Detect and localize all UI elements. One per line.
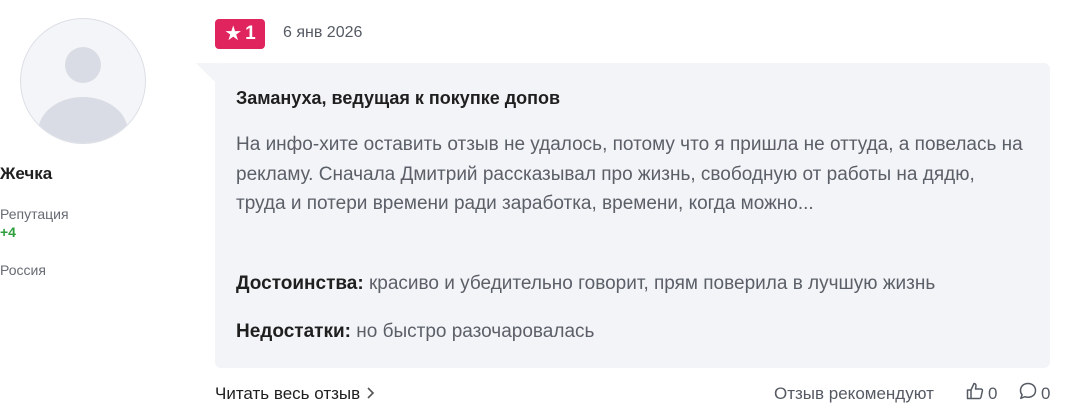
cons-label: Недостатки: bbox=[236, 321, 351, 342]
avatar[interactable] bbox=[20, 18, 146, 144]
chevron-right-icon bbox=[366, 386, 375, 402]
user-country: Россия bbox=[0, 262, 46, 278]
thumbs-up-icon bbox=[965, 381, 985, 406]
review-title[interactable]: Замануха, ведущая к покупке допов bbox=[236, 88, 560, 109]
avatar-head-shape bbox=[65, 47, 101, 83]
rating-value: 1 bbox=[245, 23, 256, 44]
review-pros: Достоинства: красиво и убедительно говор… bbox=[236, 273, 935, 295]
star-icon: ★ bbox=[224, 23, 243, 45]
pros-label: Достоинства: bbox=[236, 273, 364, 294]
likes-count: 0 bbox=[988, 383, 998, 403]
reputation-value: +4 bbox=[0, 224, 16, 240]
comments-count: 0 bbox=[1041, 383, 1051, 403]
review-text: На инфо-хите оставить отзыв не удалось, … bbox=[236, 134, 1023, 214]
read-more-label: Читать весь отзыв bbox=[215, 384, 361, 403]
avatar-body-shape bbox=[38, 97, 128, 143]
comment-icon bbox=[1018, 381, 1038, 406]
review-date: 6 янв 2026 bbox=[283, 24, 363, 41]
reputation-label: Репутация bbox=[0, 206, 69, 222]
pros-text: красиво и убедительно говорит, прям пове… bbox=[363, 273, 936, 294]
recommend-label: Отзыв рекомендуют bbox=[774, 384, 934, 403]
comments-button[interactable]: 0 bbox=[1018, 381, 1050, 406]
read-more-link[interactable]: Читать весь отзыв bbox=[215, 384, 375, 404]
user-name[interactable]: Жечка bbox=[0, 164, 165, 184]
cons-text: но быстро разочаровалась bbox=[350, 321, 595, 342]
review-body: Замануха, ведущая к покупке допов На инф… bbox=[215, 63, 1050, 368]
review-cons: Недостатки: но быстро разочаровалась bbox=[236, 321, 594, 343]
rating-badge: ★ 1 bbox=[215, 19, 265, 49]
like-button[interactable]: 0 bbox=[965, 381, 997, 406]
